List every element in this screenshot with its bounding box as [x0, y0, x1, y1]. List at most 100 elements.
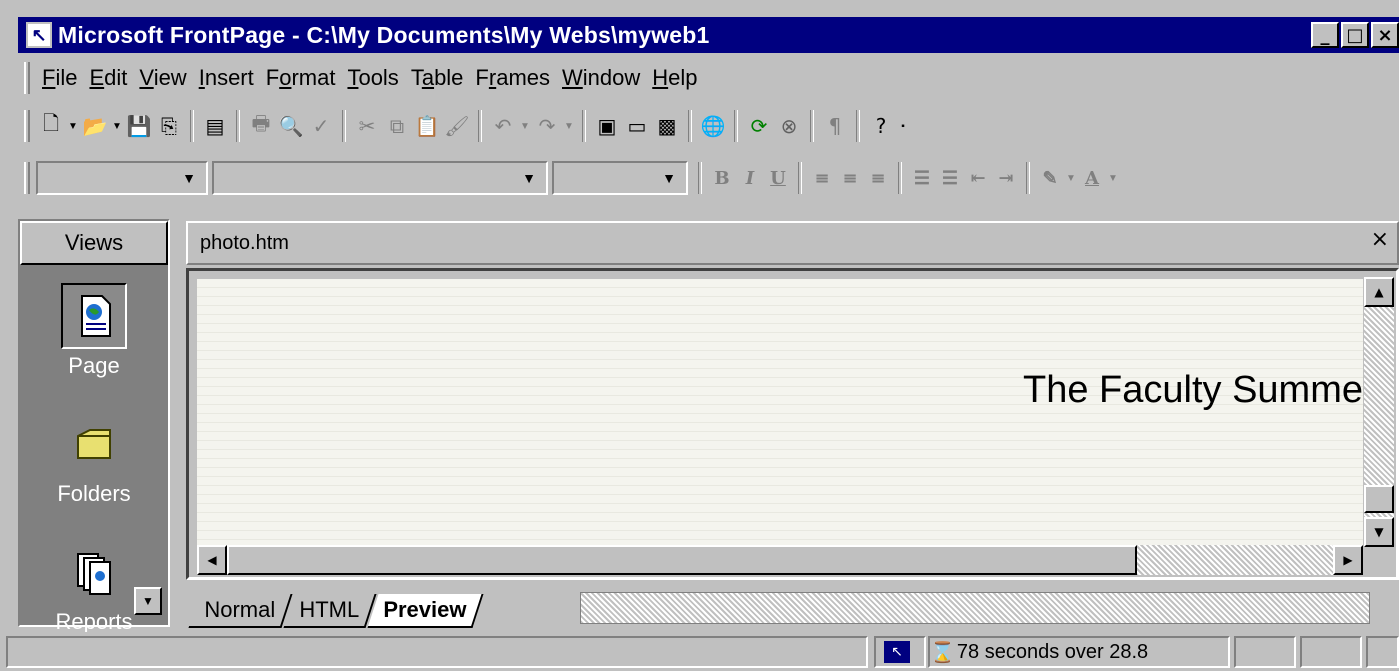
- tabs-scrollbar[interactable]: [580, 592, 1370, 624]
- italic-button[interactable]: I: [736, 162, 764, 194]
- save-icon[interactable]: 💾: [124, 110, 154, 142]
- scroll-down-button[interactable]: ▼: [1364, 517, 1394, 547]
- folder-list-icon[interactable]: ▤: [200, 110, 230, 142]
- toolbar-separator: [190, 110, 194, 142]
- toolbar-separator: [342, 110, 346, 142]
- tab-normal[interactable]: Normal: [188, 594, 293, 628]
- maximize-button[interactable]: □: [1341, 22, 1369, 48]
- numbered-list-icon[interactable]: ☰: [908, 162, 936, 194]
- document-area: The Faculty Summe ▲ ▼ ◀ ▶: [186, 268, 1399, 580]
- download-time-cell: ⌛ 78 seconds over 28.8: [928, 636, 1230, 668]
- views-scroll-down-button[interactable]: ▼: [134, 587, 162, 615]
- vertical-scrollbar[interactable]: ▲ ▼: [1364, 277, 1394, 547]
- menu-insert[interactable]: Insert: [193, 65, 260, 91]
- chevron-down-icon: ▼: [522, 170, 536, 186]
- tab-preview-label: Preview: [383, 597, 467, 622]
- redo-icon[interactable]: ↷: [532, 110, 562, 142]
- format-painter-icon[interactable]: 🖌: [442, 110, 472, 142]
- menu-tools[interactable]: Tools: [341, 65, 404, 91]
- toolbar-grip[interactable]: [24, 110, 30, 142]
- align-center-icon[interactable]: ≡: [836, 162, 864, 194]
- font-color-dropdown-icon[interactable]: ▼: [1106, 162, 1120, 194]
- hyperlink-icon[interactable]: 🌐: [698, 110, 728, 142]
- menu-file[interactable]: File: [36, 65, 83, 91]
- bulleted-list-icon[interactable]: ☰: [936, 162, 964, 194]
- folder-icon: [61, 411, 127, 477]
- refresh-icon[interactable]: ⟳: [744, 110, 774, 142]
- insert-component-icon[interactable]: ▣: [592, 110, 622, 142]
- scroll-left-button[interactable]: ◀: [197, 545, 227, 575]
- scroll-right-button[interactable]: ▶: [1333, 545, 1363, 575]
- insert-table-icon[interactable]: ▭: [622, 110, 652, 142]
- toolbar-separator: [688, 110, 692, 142]
- status-bar: ↖ ⌛ 78 seconds over 28.8: [0, 632, 1399, 671]
- frontpage-icon[interactable]: ↖: [26, 22, 52, 48]
- undo-dropdown-icon[interactable]: ▼: [518, 110, 532, 142]
- redo-dropdown-icon[interactable]: ▼: [562, 110, 576, 142]
- horizontal-scrollbar[interactable]: ◀ ▶: [197, 545, 1363, 575]
- tab-normal-label: Normal: [204, 597, 276, 622]
- style-select[interactable]: ▼: [36, 161, 208, 195]
- menu-edit[interactable]: Edit: [83, 65, 133, 91]
- close-icon[interactable]: ×: [1371, 227, 1389, 252]
- view-tabs: Normal HTML Preview: [186, 588, 1399, 628]
- toolbar-separator: [898, 162, 902, 194]
- scroll-up-button[interactable]: ▲: [1364, 277, 1394, 307]
- new-dropdown-icon[interactable]: ▼: [66, 110, 80, 142]
- help-dropdown-icon[interactable]: ▪: [896, 110, 910, 142]
- menu-view[interactable]: View: [133, 65, 192, 91]
- tab-html[interactable]: HTML: [283, 594, 377, 628]
- menu-frames[interactable]: Frames: [469, 65, 556, 91]
- font-select[interactable]: ▼: [212, 161, 548, 195]
- network-status-icon: ↖: [884, 641, 910, 663]
- decrease-indent-icon[interactable]: ⇤: [964, 162, 992, 194]
- status-message: [6, 636, 868, 668]
- cut-icon[interactable]: ✂: [352, 110, 382, 142]
- highlight-dropdown-icon[interactable]: ▼: [1064, 162, 1078, 194]
- show-all-icon[interactable]: ¶: [820, 110, 850, 142]
- stop-icon[interactable]: ⊗: [774, 110, 804, 142]
- font-size-select[interactable]: ▼: [552, 161, 688, 195]
- view-item-folders[interactable]: Folders: [20, 411, 168, 507]
- insert-picture-icon[interactable]: ▩: [652, 110, 682, 142]
- menu-table[interactable]: Table: [405, 65, 470, 91]
- views-bar: Views Page Folders Reports ▼: [18, 219, 170, 634]
- tab-html-label: HTML: [299, 597, 360, 622]
- horizontal-scroll-thumb[interactable]: [227, 545, 1137, 575]
- increase-indent-icon[interactable]: ⇥: [992, 162, 1020, 194]
- document-filename: photo.htm: [200, 231, 289, 254]
- spelling-icon[interactable]: ✓: [306, 110, 336, 142]
- menu-grip[interactable]: [24, 62, 30, 94]
- menu-window[interactable]: Window: [556, 65, 646, 91]
- undo-icon[interactable]: ↶: [488, 110, 518, 142]
- highlight-icon[interactable]: ✎: [1036, 162, 1064, 194]
- view-item-page[interactable]: Page: [20, 283, 168, 379]
- open-icon[interactable]: 📂: [80, 110, 110, 142]
- print-preview-icon[interactable]: 🔍: [276, 110, 306, 142]
- window-title: Microsoft FrontPage - C:\My Documents\My…: [58, 21, 710, 48]
- menu-bar: File Edit View Insert Format Tools Table Frames…: [18, 58, 1399, 98]
- minimize-button[interactable]: _: [1311, 22, 1339, 48]
- page-preview-canvas[interactable]: The Faculty Summe: [197, 279, 1363, 549]
- new-page-icon[interactable]: 🗋: [36, 110, 66, 142]
- menu-help[interactable]: Help: [646, 65, 703, 91]
- bold-button[interactable]: B: [708, 162, 736, 194]
- open-dropdown-icon[interactable]: ▼: [110, 110, 124, 142]
- vertical-scroll-thumb[interactable]: [1364, 485, 1394, 513]
- menu-format[interactable]: Format: [260, 65, 342, 91]
- paste-icon[interactable]: 📋: [412, 110, 442, 142]
- toolbar-grip[interactable]: [24, 162, 30, 194]
- views-header[interactable]: Views: [20, 221, 168, 265]
- close-button[interactable]: ×: [1371, 22, 1399, 48]
- tab-preview[interactable]: Preview: [367, 594, 484, 628]
- font-color-icon[interactable]: A: [1078, 162, 1106, 194]
- toolbar-separator: [236, 110, 240, 142]
- align-left-icon[interactable]: ≡: [808, 162, 836, 194]
- align-right-icon[interactable]: ≡: [864, 162, 892, 194]
- publish-icon[interactable]: ⎘: [154, 110, 184, 142]
- help-icon[interactable]: ?: [866, 110, 896, 142]
- resize-grip[interactable]: [1366, 636, 1399, 668]
- print-icon[interactable]: 🖶: [246, 110, 276, 142]
- copy-icon[interactable]: ⧉: [382, 110, 412, 142]
- underline-button[interactable]: U: [764, 162, 792, 194]
